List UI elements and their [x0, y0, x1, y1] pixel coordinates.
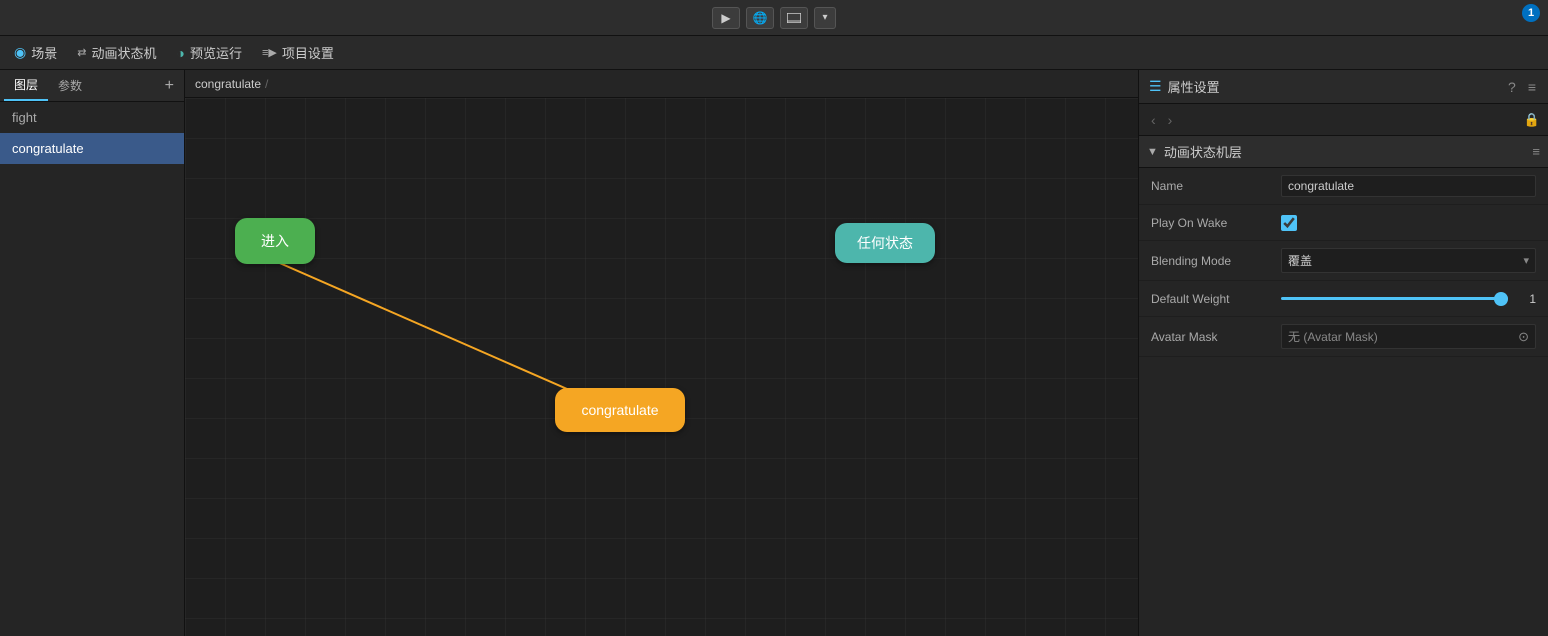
- menu-project-label: 项目设置: [282, 43, 334, 62]
- add-layer-button[interactable]: +: [159, 73, 180, 99]
- play-button[interactable]: ▶: [712, 7, 740, 29]
- properties-icon: ☰: [1149, 78, 1162, 95]
- prop-play-on-wake-row: Play On Wake: [1139, 205, 1548, 241]
- prop-blending-mode-dropdown[interactable]: 覆盖 ▾: [1281, 248, 1536, 273]
- menu-preview[interactable]: ◑ 预览运行: [166, 36, 251, 69]
- menu-anim-state[interactable]: ⇄ 动画状态机: [67, 36, 166, 69]
- section-chevron: ▼: [1147, 146, 1158, 158]
- prop-name-value[interactable]: congratulate: [1281, 175, 1536, 197]
- breadcrumb-separator: /: [265, 77, 268, 91]
- any-state-node[interactable]: 任何状态: [835, 223, 935, 263]
- top-bar: ▶ 🌐 ▾ 1: [0, 0, 1548, 36]
- layer-item-congratulate[interactable]: congratulate: [0, 133, 184, 164]
- prop-default-weight-value: 1: [1516, 292, 1536, 306]
- prop-avatar-mask-text: 无 (Avatar Mask): [1288, 328, 1378, 345]
- anim-state-icon: ⇄: [77, 46, 86, 59]
- prop-default-weight-slider-container: 1: [1281, 292, 1536, 306]
- prop-name-row: Name congratulate: [1139, 168, 1548, 205]
- menu-bar: ◉ 场景 ⇄ 动画状态机 ◑ 预览运行 ≡▶ 项目设置: [0, 36, 1548, 70]
- prop-play-on-wake-label: Play On Wake: [1151, 216, 1281, 230]
- layer-item-fight[interactable]: fight: [0, 102, 184, 133]
- lock-button[interactable]: 🔒: [1524, 112, 1540, 128]
- prop-name-label: Name: [1151, 179, 1281, 193]
- left-panel-tabs: 图层 参数 +: [0, 70, 184, 102]
- prop-blending-mode-row: Blending Mode 覆盖 ▾: [1139, 241, 1548, 281]
- congratulate-node[interactable]: congratulate: [555, 388, 685, 432]
- canvas-grid[interactable]: 进入 任何状态 congratulate: [185, 98, 1138, 636]
- section-header[interactable]: ▼ 动画状态机层 ≡: [1139, 136, 1548, 168]
- notification-badge: 1: [1522, 4, 1540, 22]
- right-panel-title: 属性设置: [1168, 77, 1220, 96]
- any-state-node-label: 任何状态: [857, 233, 913, 253]
- prop-blending-mode-label: Blending Mode: [1151, 254, 1281, 268]
- main-content: 图层 参数 + fight congratulate congratulate …: [0, 70, 1548, 636]
- prop-avatar-mask-row: Avatar Mask 无 (Avatar Mask) ⊙: [1139, 317, 1548, 357]
- project-icon: ≡▶: [262, 46, 277, 59]
- right-panel: ☰ 属性设置 ? ≡ ‹ › 🔒 ▼ 动画状态机层 ≡ Name congrat…: [1138, 70, 1548, 636]
- tab-params[interactable]: 参数: [48, 71, 92, 100]
- right-panel-actions: ? ≡: [1506, 77, 1538, 97]
- help-button[interactable]: ?: [1506, 77, 1518, 97]
- properties-section: ▼ 动画状态机层 ≡ Name congratulate Play On Wak…: [1139, 136, 1548, 357]
- scene-icon: ◉: [14, 44, 26, 61]
- canvas-arrows: [185, 98, 1138, 636]
- preview-icon: ◑: [176, 45, 184, 61]
- globe-button[interactable]: 🌐: [746, 7, 774, 29]
- nav-buttons: ‹ › 🔒: [1139, 104, 1548, 136]
- panel-menu-button[interactable]: ≡: [1526, 77, 1538, 97]
- canvas-area: congratulate / 进入 任何状态: [185, 70, 1138, 636]
- section-menu-button[interactable]: ≡: [1532, 144, 1540, 159]
- breadcrumb-root: congratulate: [195, 77, 261, 91]
- entry-node[interactable]: 进入: [235, 218, 315, 264]
- right-panel-header: ☰ 属性设置 ? ≡: [1139, 70, 1548, 104]
- menu-scene[interactable]: ◉ 场景: [4, 36, 67, 69]
- menu-project[interactable]: ≡▶ 项目设置: [252, 36, 344, 69]
- menu-scene-label: 场景: [31, 43, 57, 62]
- prop-avatar-mask-value: 无 (Avatar Mask) ⊙: [1281, 324, 1536, 349]
- device-button[interactable]: [780, 7, 808, 29]
- section-title: 动画状态机层: [1164, 142, 1242, 161]
- prop-avatar-mask-label: Avatar Mask: [1151, 330, 1281, 344]
- menu-preview-label: 预览运行: [190, 43, 242, 62]
- prop-play-on-wake-checkbox[interactable]: [1281, 215, 1297, 231]
- tab-layers[interactable]: 图层: [4, 70, 48, 101]
- top-bar-controls: ▶ 🌐 ▾: [712, 7, 836, 29]
- entry-node-label: 进入: [261, 231, 289, 251]
- dropdown-arrow-icon: ▾: [1523, 254, 1529, 267]
- prop-default-weight-label: Default Weight: [1151, 292, 1281, 306]
- prop-default-weight-slider[interactable]: [1281, 297, 1508, 300]
- breadcrumb: congratulate /: [185, 70, 1138, 98]
- nav-back-button[interactable]: ‹: [1147, 110, 1160, 130]
- congratulate-node-label: congratulate: [581, 402, 658, 418]
- prop-blending-mode-value: 覆盖: [1288, 252, 1312, 269]
- nav-forward-button[interactable]: ›: [1164, 110, 1177, 130]
- prop-default-weight-row: Default Weight 1: [1139, 281, 1548, 317]
- avatar-mask-select-button[interactable]: ⊙: [1518, 329, 1529, 345]
- left-panel: 图层 参数 + fight congratulate: [0, 70, 185, 636]
- menu-anim-state-label: 动画状态机: [91, 43, 156, 62]
- dropdown-button[interactable]: ▾: [814, 7, 836, 29]
